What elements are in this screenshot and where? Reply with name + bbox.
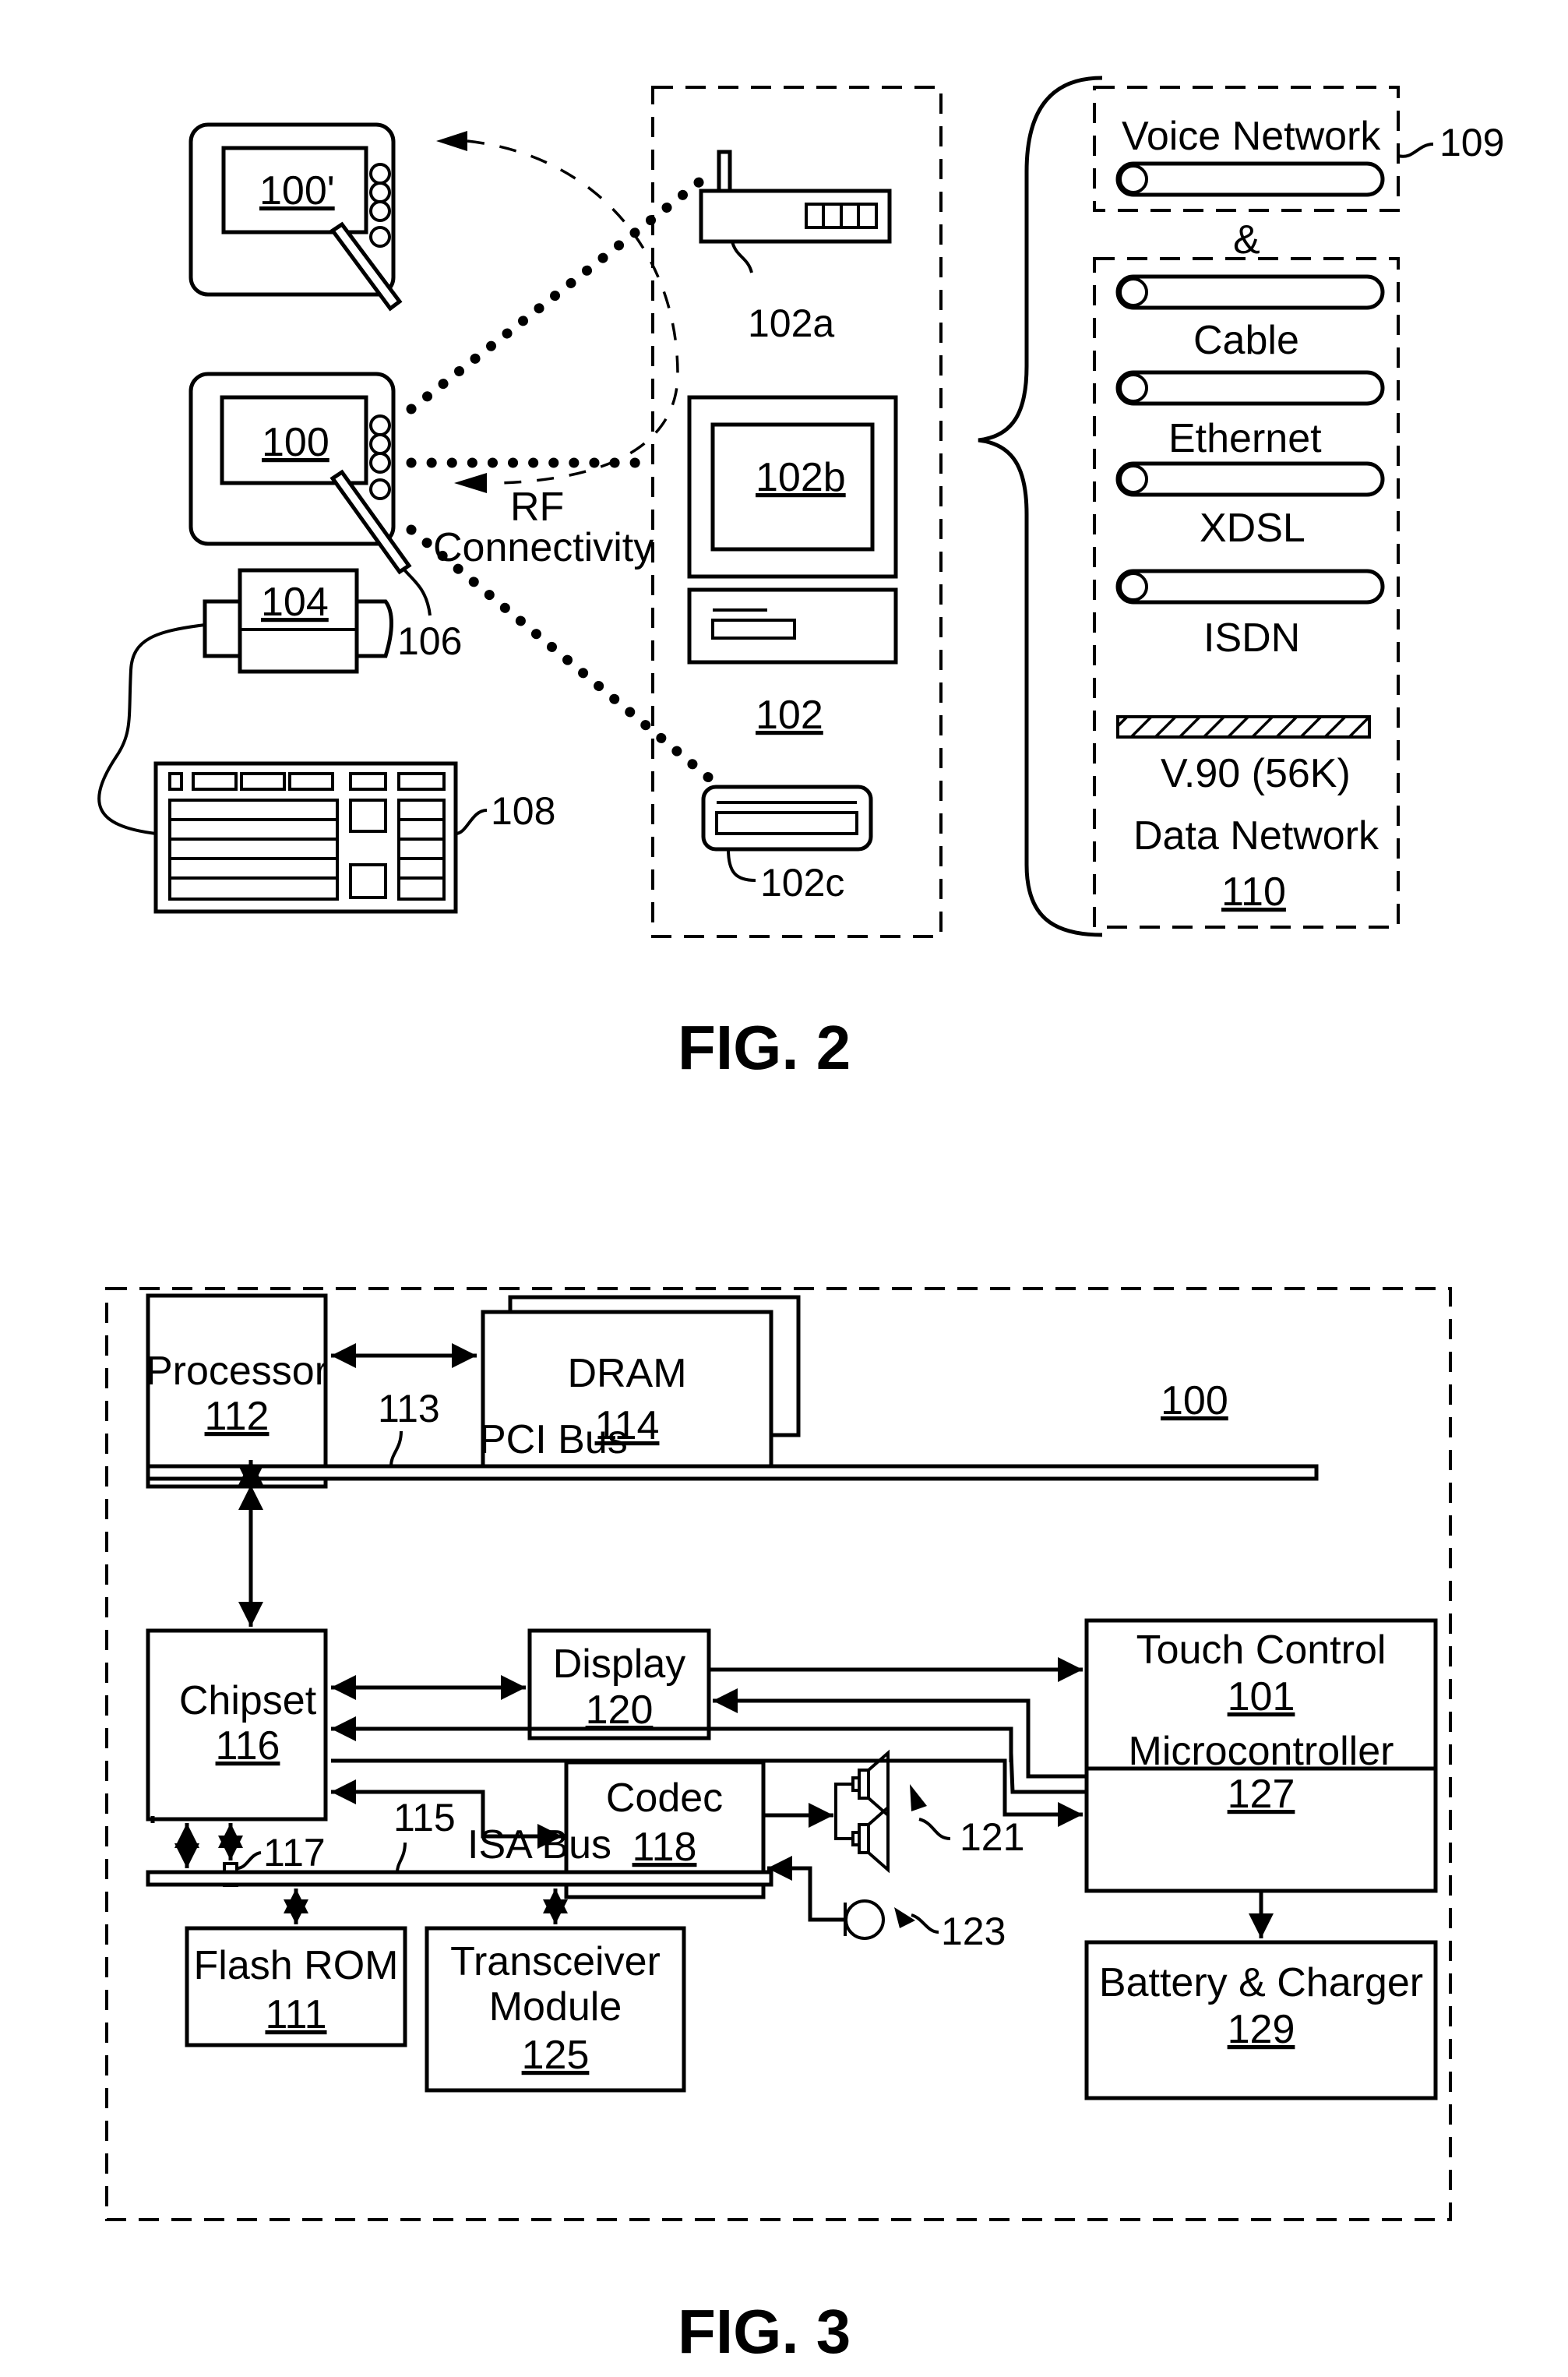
tablet-label: 100 [262, 420, 329, 465]
tablet: 100 [189, 372, 412, 575]
speakers-ref: 121 [960, 1815, 1024, 1859]
touch-control-ref: 101 [1228, 1674, 1295, 1719]
voice-network-title: Voice Network [1122, 114, 1381, 159]
ampersand: & [1233, 217, 1260, 263]
codec-ref: 118 [632, 1825, 697, 1870]
isa-bus-label: ISA Bus [467, 1822, 611, 1867]
isa-bus-ref: 115 [393, 1796, 456, 1839]
processor-ref: 112 [205, 1394, 270, 1439]
transceiver-name-line2: Module [489, 1984, 622, 2030]
leader-line [911, 1913, 939, 1934]
network-xdsl-label: XDSL [1200, 506, 1305, 551]
host-group-label: 102 [756, 693, 823, 738]
leader-line [396, 1842, 407, 1873]
rf-label-line2: Connectivity [433, 525, 654, 570]
data-network-ref: 110 [1221, 869, 1286, 915]
data-network-title: Data Network [1133, 813, 1379, 859]
pipe-cable: Cable [1115, 274, 1385, 363]
flash-rom-ref: 111 [265, 1992, 326, 2037]
pipe-ethernet: Ethernet [1115, 370, 1385, 461]
leader-line [402, 567, 432, 616]
fig2: 100' 100 106 104 108 RF Connectivity 102… [97, 76, 1504, 1082]
rf-label-line1: RF [510, 485, 564, 530]
leader-line [918, 1818, 951, 1840]
fig3: 100 Processor 112 DRAM 114 PCI Bus 113 C… [105, 1287, 1452, 2366]
pipe-isdn: ISDN [1115, 569, 1385, 661]
network-v90-label: V.90 (56K) [1161, 751, 1351, 796]
arrowhead [436, 131, 467, 151]
card-label: 102c [760, 861, 844, 905]
arrowhead [454, 473, 487, 493]
flash-rom-name: Flash ROM [194, 1943, 399, 1988]
display-name: Display [553, 1642, 686, 1687]
keyboard-ref: 108 [491, 789, 555, 833]
dram-name: DRAM [567, 1351, 686, 1396]
monitor-icon: 102b [687, 395, 898, 665]
pci-bus-label: PCI Bus [479, 1417, 628, 1462]
speaker-icon [834, 1749, 890, 1874]
access-point-icon [699, 150, 892, 273]
network-cable-label: Cable [1193, 318, 1299, 363]
monitor-label: 102b [756, 455, 846, 500]
pci-bus [146, 1464, 1319, 1481]
component-117-ref: 117 [263, 1831, 326, 1874]
leader-line [1397, 143, 1434, 158]
patent-figures: 100' 100 106 104 108 RF Connectivity 102… [97, 76, 1504, 2366]
display-ref: 120 [586, 1688, 654, 1733]
arrowhead [910, 1784, 927, 1811]
mic-codec-link [767, 1856, 845, 1922]
chipset-name: Chipset [179, 1678, 317, 1723]
touch-control-name: Touch Control [1136, 1628, 1387, 1673]
microcontroller-name: Microcontroller [1129, 1729, 1394, 1774]
system-ref: 100 [1161, 1378, 1228, 1423]
microphone-icon [844, 1899, 885, 1940]
leader-line [455, 809, 488, 835]
arrowhead [894, 1907, 915, 1928]
brace [978, 76, 1103, 937]
leader-line [389, 1430, 403, 1467]
voice-network-ref: 109 [1439, 121, 1504, 164]
keyboard-icon [153, 761, 458, 914]
codec-name: Codec [606, 1776, 723, 1821]
printer: 104 [203, 568, 393, 674]
transceiver-name-line1: Transceiver [450, 1939, 661, 1984]
hatched-line-v90: V.90 (56K) [1116, 715, 1371, 796]
tablet-alt: 100' [189, 122, 403, 312]
rf-link-access-point [406, 166, 718, 414]
battery-name: Battery & Charger [1099, 1960, 1423, 2005]
pipe-xdsl: XDSL [1115, 461, 1385, 551]
leader-line [236, 1851, 262, 1870]
roaming-arc [467, 139, 679, 485]
isa-bus [146, 1870, 773, 1887]
pci-bus-ref: 113 [378, 1387, 440, 1430]
microphone-ref: 123 [941, 1910, 1006, 1953]
stylus-ref: 106 [397, 619, 462, 663]
battery-ref: 129 [1228, 2007, 1295, 2052]
processor-name: Processor [146, 1349, 328, 1394]
fig2-caption: FIG. 2 [678, 1013, 851, 1082]
access-point-label: 102a [748, 302, 834, 345]
tablet-alt-label: 100' [259, 168, 335, 213]
pipe-icon [1115, 161, 1385, 197]
transceiver-ref: 125 [522, 2033, 590, 2078]
microcontroller-ref: 127 [1228, 1772, 1295, 1817]
network-ethernet-label: Ethernet [1168, 416, 1322, 461]
micro-display-link [713, 1688, 1087, 1779]
fig3-caption: FIG. 3 [678, 2297, 851, 2366]
chipset-ref: 116 [216, 1723, 280, 1769]
network-isdn-label: ISDN [1203, 615, 1300, 661]
printer-label: 104 [261, 580, 329, 625]
